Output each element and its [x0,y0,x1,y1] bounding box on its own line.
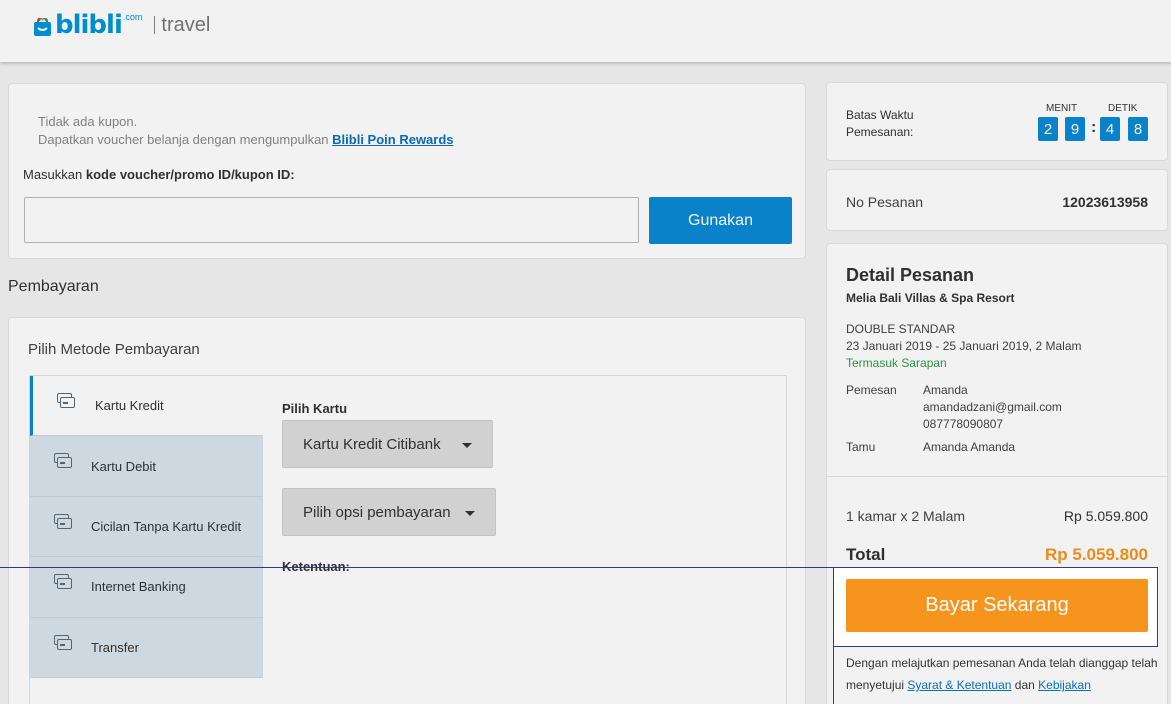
booker-name: Amanda [923,383,968,397]
booker-label: Pemesan [846,383,897,397]
coupon-code-label-prefix: Masukkan [23,167,86,182]
payment-panel: Pilih Metode Pembayaran Kartu Kredit Kart… [8,317,806,704]
order-number-panel: No Pesanan 12023613958 [826,169,1168,231]
guest-name: Amanda Amanda [923,440,1016,454]
breakfast-badge: Termasuk Sarapan [846,356,947,370]
payment-section-title: Pembayaran [8,278,99,295]
minutes-caption: MENIT [1046,103,1078,114]
second-digit-2: 8 [1128,117,1148,141]
order-number-value: 12023613958 [1062,194,1148,210]
legal-notice: Dengan melajutkan pemesanan Anda telah d… [846,652,1162,696]
credit-card-icon [54,453,72,469]
logo-section-travel: travel [161,14,211,36]
coupon-panel: Tidak ada kupon. Dapatkan voucher belanj… [8,83,806,259]
timer-label-line2: Pemesanan: [846,125,914,139]
highlight-guide-vertical [833,647,834,704]
card-select-dropdown[interactable]: Kartu Kredit Citibank [282,420,493,468]
payment-option-dropdown[interactable]: Pilih opsi pembayaran [282,488,496,536]
payment-method-item[interactable]: Transfer [30,617,263,678]
coupon-code-label: Masukkan kode voucher/promo ID/kupon ID: [23,167,295,182]
payment-method-item[interactable]: Kartu Kredit [30,376,263,437]
order-detail-title: Detail Pesanan [846,265,975,285]
minute-digit-1: 2 [1038,117,1058,141]
coupon-code-label-bold: kode voucher/promo ID/kupon ID: [85,167,295,182]
payment-method-label: Transfer [91,639,139,655]
coupon-code-input[interactable] [24,197,639,243]
minute-digit-2: 9 [1065,117,1085,141]
pick-card-label: Pilih Kartu [282,401,348,416]
blibli-poin-rewards-link[interactable]: Blibli Poin Rewards [332,132,453,147]
credit-card-icon [57,393,75,409]
card-select-value: Kartu Kredit Citibank [303,435,441,453]
guest-label: Tamu [846,440,876,454]
legal-and: dan [1011,678,1039,692]
booker-row: Pemesan Amanda amandadzani@gmail.com 087… [846,382,1146,434]
blibli-travel-logo[interactable]: blibli .com travel [34,10,210,40]
terms-conditions-link[interactable]: Syarat & Ketentuan [907,678,1011,692]
header: blibli .com travel [0,0,1171,62]
logo-com: .com [122,12,143,22]
payment-method-item[interactable]: Kartu Debit [30,436,263,497]
payment-method-subtitle: Pilih Metode Pembayaran [28,341,200,358]
no-coupon-text: Tidak ada kupon. [38,114,138,129]
voucher-hint: Dapatkan voucher belanja dengan mengumpu… [38,131,454,149]
total-value: Rp 5.059.800 [1044,545,1148,564]
booker-phone: 087778090807 [923,417,1004,431]
logo-wordmark: blibli [55,10,123,40]
credit-card-icon [54,574,72,590]
credit-card-icon [54,513,72,530]
highlight-guide-line [0,567,1158,568]
payment-method-item[interactable]: Cicilan Tanpa Kartu Kredit [30,496,263,558]
total-label: Total [846,545,886,564]
timer-label: Batas Waktu Pemesanan: [846,107,914,141]
price-breakdown-label: 1 kamar x 2 Malam [846,508,966,524]
shopping-bag-logo-icon [34,18,51,36]
hotel-name: Melia Bali Villas & Spa Resort [846,291,1015,305]
credit-card-icon [54,634,72,651]
chevron-down-icon [465,511,475,516]
room-info: DOUBLE STANDAR 23 Januari 2019 - 25 Janu… [846,321,1081,372]
stay-dates: 23 Januari 2019 - 25 Januari 2019, 2 Mal… [846,339,1082,353]
price-breakdown-value: Rp 5.059.800 [1063,508,1148,524]
guest-row: Tamu Amanda Amanda [846,439,1146,457]
detail-divider [827,476,1167,477]
booker-details: Amanda amandadzani@gmail.com 08777809080… [923,382,1062,433]
payment-method-label: Kartu Kredit [95,398,164,414]
payment-methods-box: Kartu Kredit Kartu Debit Cicilan Tanpa Kar… [29,375,787,704]
order-number-label: No Pesanan [846,194,924,210]
logo-divider [154,16,156,34]
pay-now-button[interactable]: Bayar Sekarang [846,579,1148,632]
apply-coupon-button[interactable]: Gunakan [649,197,792,244]
second-digit-1: 4 [1100,117,1120,141]
room-type: DOUBLE STANDAR [846,322,956,336]
voucher-hint-text: Dapatkan voucher belanja dengan mengumpu… [38,132,333,147]
policy-link[interactable]: Kebijakan [1038,678,1091,692]
payment-method-label: Internet Banking [91,579,186,595]
booker-email: amandadzani@gmail.com [923,400,1062,414]
payment-method-label: Cicilan Tanpa Kartu Kredit [91,518,242,534]
timer-separator: : [1091,119,1097,136]
booking-timer-panel: Batas Waktu Pemesanan: MENIT DETIK 2 9 :… [826,82,1168,161]
payment-method-list: Kartu Kredit Kartu Debit Cicilan Tanpa Kar… [30,376,263,678]
payment-method-label: Kartu Debit [91,458,157,474]
coupon-info: Tidak ada kupon. Dapatkan voucher belanj… [38,113,454,149]
chevron-down-icon [462,443,472,448]
payment-option-value: Pilih opsi pembayaran [303,503,451,521]
timer-label-line1: Batas Waktu [846,108,914,122]
seconds-caption: DETIK [1108,103,1138,114]
